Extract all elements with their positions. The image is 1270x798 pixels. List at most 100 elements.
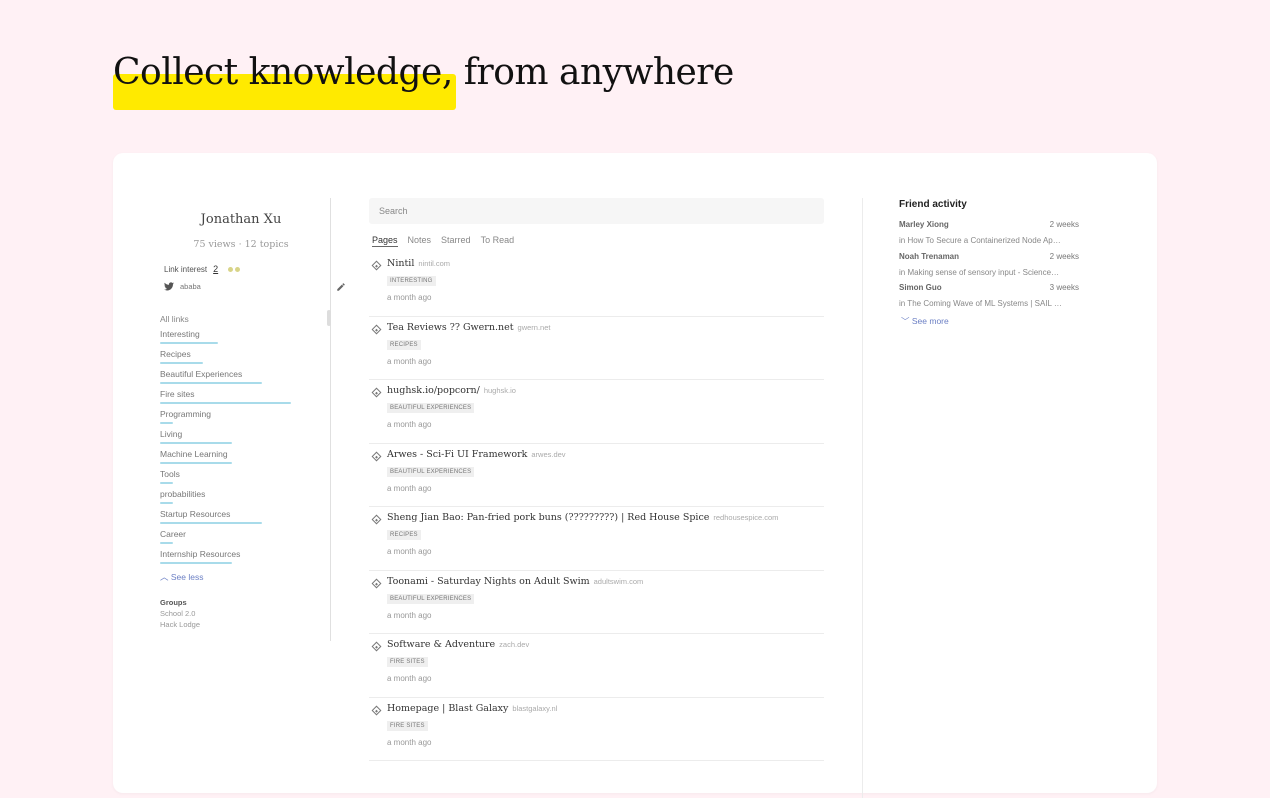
page-list-item[interactable]: Arwes - Sci-Fi UI Framework arwes.dev BEAU…	[369, 444, 824, 507]
topic-interest-bar	[160, 402, 291, 404]
page-title: Sheng Jian Bao: Pan-fried pork buns (???…	[387, 512, 710, 523]
topic-interest-bar	[160, 462, 232, 464]
tab-to-read[interactable]: To Read	[481, 235, 515, 247]
topic-label: Fire sites	[160, 389, 195, 399]
see-less-link[interactable]: ︿ See less	[160, 571, 204, 583]
page-timestamp: a month ago	[387, 547, 432, 556]
friend-activity-item[interactable]: Simon Guo 3 weeks in The Coming Wave of ML…	[899, 273, 1079, 308]
page-tag-badge[interactable]: BEAUTIFUL EXPERIENCES	[387, 403, 475, 413]
topic-link[interactable]: probabilities	[160, 489, 205, 504]
page-tag-badge[interactable]: RECIPES	[387, 339, 421, 350]
page-domain: redhousespice.com	[713, 513, 779, 522]
page-title-row[interactable]: Arwes - Sci-Fi UI Framework arwes.dev	[387, 449, 566, 460]
friend-activity-panel: Friend activity Marley Xiong 2 weeks in Ho…	[899, 199, 1079, 326]
content-tabs: Pages Notes Starred To Read	[372, 235, 514, 247]
group-item[interactable]: Hack Lodge	[160, 620, 200, 629]
headline-highlight: Collect knowledge,	[113, 52, 456, 110]
page-title-row[interactable]: Tea Reviews ?? Gwern.net gwern.net	[387, 322, 550, 333]
page-list-item[interactable]: Nintil nintil.com INTERESTING a month ago	[369, 253, 824, 317]
topic-interest-bar	[160, 502, 173, 504]
tab-starred[interactable]: Starred	[441, 235, 471, 247]
tab-notes[interactable]: Notes	[408, 235, 432, 247]
friend-activity-item[interactable]: Marley Xiong 2 weeks in How To Secure a Co…	[899, 210, 1079, 245]
groups-heading: Groups	[160, 598, 187, 607]
page-tag-badge[interactable]: FIRE SITES	[387, 720, 428, 731]
topic-label: Beautiful Experiences	[160, 369, 243, 379]
topic-interest-bar	[160, 342, 218, 344]
page-title: Toonami - Saturday Nights on Adult Swim	[387, 575, 590, 587]
see-more-link[interactable]: ﹀ See more	[901, 315, 949, 327]
topic-link[interactable]: Beautiful Experiences	[160, 369, 262, 384]
page-title-row[interactable]: Software & Adventure zach.dev	[387, 639, 529, 650]
friend-activity-item[interactable]: Noah Trenaman 2 weeks in Making sense of s…	[899, 242, 1079, 277]
diamond-bullet-icon	[371, 387, 382, 398]
friend-activity-time: 2 weeks	[1049, 220, 1079, 229]
diamond-bullet-icon	[371, 641, 382, 652]
page-tag-badge[interactable]: BEAUTIFUL EXPERIENCES	[387, 466, 475, 477]
page-title-row[interactable]: Nintil nintil.com	[387, 258, 450, 269]
topic-label: Internship Resources	[160, 549, 241, 559]
page-timestamp: a month ago	[387, 293, 432, 302]
topic-link[interactable]: Startup Resources	[160, 509, 262, 524]
see-more-label: See more	[911, 316, 949, 326]
page-list-item[interactable]: Software & Adventure zach.dev FIRE SITES a …	[369, 634, 824, 698]
page-list-item[interactable]: Toonami - Saturday Nights on Adult Swim a…	[369, 571, 824, 634]
page-domain: arwes.dev	[531, 449, 566, 459]
page-domain: hughsk.io	[483, 386, 516, 395]
topic-link[interactable]: Recipes	[160, 349, 203, 364]
topic-link[interactable]: Internship Resources	[160, 549, 241, 564]
page-title: Arwes - Sci-Fi UI Framework	[387, 448, 528, 460]
page-tag-badge[interactable]: RECIPES	[387, 530, 421, 540]
search-input[interactable]	[369, 198, 824, 224]
topic-link[interactable]: Programming	[160, 409, 211, 424]
topic-link[interactable]: Machine Learning	[160, 449, 232, 464]
all-links-link[interactable]: All links	[160, 314, 189, 324]
friend-activity-doc: in The Coming Wave of ML Systems | SAIL …	[899, 299, 1062, 308]
page-list-item[interactable]: hughsk.io/popcorn/hughsk.io BEAUTIFUL EXP…	[369, 380, 824, 444]
topic-label: Career	[160, 529, 186, 539]
page-tag-badge[interactable]: INTERESTING	[387, 276, 436, 286]
friend-name: Noah Trenaman	[899, 251, 960, 261]
twitter-icon	[164, 282, 174, 291]
diamond-bullet-icon	[371, 324, 382, 334]
topic-interest-bar	[160, 522, 262, 524]
topic-link[interactable]: Living	[160, 429, 232, 444]
page-list-item[interactable]: Homepage | Blast Galaxy blastgalaxy.nl FIR…	[369, 698, 824, 761]
page-domain: blastgalaxy.nl	[512, 703, 558, 713]
page-domain: nintil.com	[418, 259, 451, 268]
topic-link[interactable]: Career	[160, 529, 186, 544]
topic-interest-bar	[160, 362, 203, 364]
topic-interest-bar	[160, 422, 173, 424]
diamond-bullet-icon	[371, 705, 382, 715]
page-title-row[interactable]: Toonami - Saturday Nights on Adult Swim a…	[387, 576, 643, 587]
topic-label: Recipes	[160, 349, 191, 359]
link-interest-count[interactable]: 2	[213, 264, 218, 274]
page-title-row[interactable]: Sheng Jian Bao: Pan-fried pork buns (???…	[387, 512, 778, 523]
page-domain: gwern.net	[517, 322, 551, 332]
page-list-item[interactable]: Sheng Jian Bao: Pan-fried pork buns (???…	[369, 507, 824, 571]
friend-name: Simon Guo	[899, 283, 942, 292]
page-timestamp: a month ago	[387, 483, 432, 493]
topic-link[interactable]: Tools	[160, 469, 180, 484]
topic-interest-bar	[160, 382, 262, 384]
topic-link[interactable]: Fire sites	[160, 389, 291, 404]
see-less-label: See less	[170, 572, 204, 582]
page-list-item[interactable]: Tea Reviews ?? Gwern.net gwern.net RECIPES…	[369, 317, 824, 380]
diamond-bullet-icon	[371, 578, 382, 588]
twitter-handle[interactable]: ababa	[164, 282, 201, 291]
sidebar-scrollbar[interactable]	[327, 310, 331, 326]
diamond-bullet-icon	[371, 451, 382, 461]
chevron-up-icon: ︿	[160, 572, 169, 582]
page-title: Homepage | Blast Galaxy	[387, 702, 509, 714]
page-timestamp: a month ago	[387, 610, 432, 620]
page-tag-badge[interactable]: FIRE SITES	[387, 657, 428, 667]
tab-pages[interactable]: Pages	[372, 235, 398, 247]
page-title-row[interactable]: hughsk.io/popcorn/hughsk.io	[387, 385, 516, 396]
page-tag-badge[interactable]: BEAUTIFUL EXPERIENCES	[387, 593, 475, 604]
group-item[interactable]: School 2.0	[160, 609, 195, 618]
pencil-icon[interactable]	[336, 282, 346, 292]
topic-link[interactable]: Interesting	[160, 329, 218, 344]
link-interest: Link interest 2	[164, 264, 241, 274]
column-divider	[862, 198, 863, 798]
page-title-row[interactable]: Homepage | Blast Galaxy blastgalaxy.nl	[387, 703, 557, 714]
